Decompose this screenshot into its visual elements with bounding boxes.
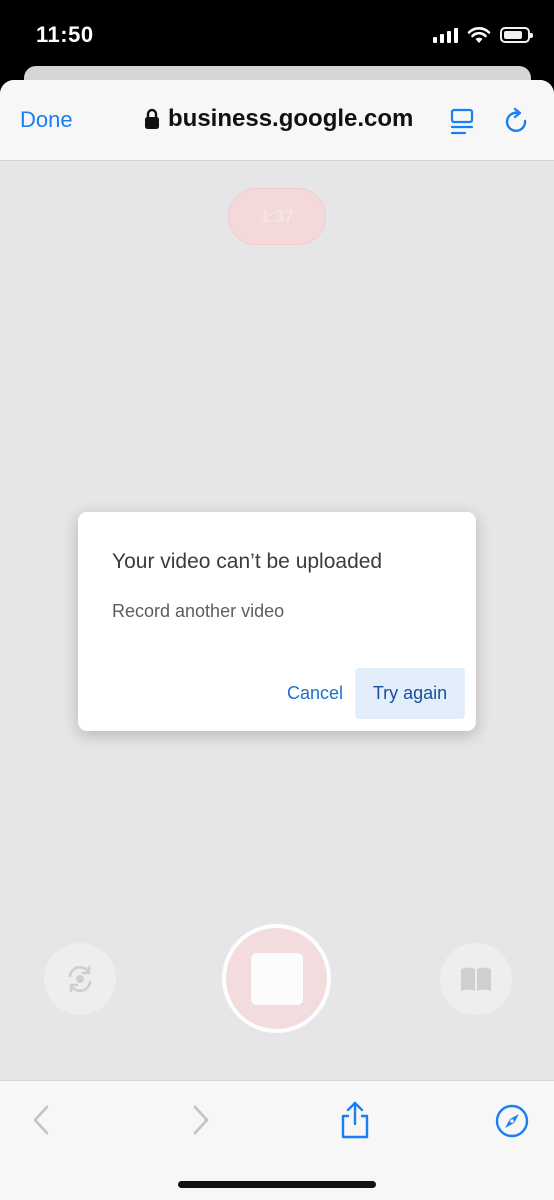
reload-icon[interactable] — [502, 107, 532, 137]
stop-recording-button[interactable] — [222, 924, 331, 1033]
status-bar: 11:50 — [0, 0, 554, 70]
url-text: business.google.com — [168, 105, 414, 132]
record-button-inner — [226, 928, 327, 1029]
upload-error-dialog: Your video can’t be uploaded Record anot… — [78, 512, 476, 731]
book-icon — [461, 967, 491, 991]
dialog-message: Record another video — [112, 601, 285, 621]
signal-icon — [433, 27, 458, 43]
lock-icon — [145, 108, 159, 129]
compass-icon[interactable] — [494, 1103, 530, 1139]
status-icons — [433, 24, 533, 46]
reader-icon[interactable] — [448, 108, 476, 136]
dialog-title: Your video can’t be uploaded — [112, 550, 383, 573]
phone-screen: 11:50 Done business.google.com 1:37 Your… — [0, 0, 554, 1200]
wifi-icon — [467, 27, 491, 43]
address-bar[interactable]: business.google.com — [144, 105, 413, 133]
flip-camera-icon — [68, 965, 92, 993]
share-icon[interactable] — [338, 1100, 372, 1140]
done-button[interactable]: Done — [20, 107, 73, 133]
timer-text: 1:37 — [260, 206, 294, 226]
back-icon[interactable] — [28, 1103, 54, 1137]
battery-icon — [500, 27, 533, 43]
browser-toolbar — [0, 1080, 554, 1200]
stop-icon — [250, 952, 303, 1005]
recording-timer: 1:37 — [228, 188, 326, 245]
browser-sheet: Done business.google.com 1:37 Your video… — [0, 80, 554, 1200]
browser-nav-bar: Done business.google.com — [0, 80, 554, 161]
forward-icon[interactable] — [188, 1103, 214, 1137]
status-time: 11:50 — [36, 22, 94, 47]
home-indicator[interactable] — [178, 1181, 376, 1188]
try-again-button[interactable]: Try again — [355, 668, 465, 719]
flip-camera-button[interactable] — [44, 943, 116, 1015]
guide-button[interactable] — [440, 943, 512, 1015]
